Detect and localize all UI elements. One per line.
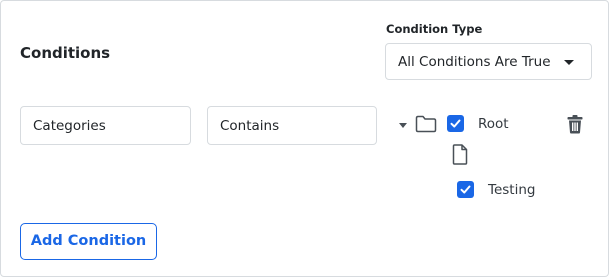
- checkmark-icon: [450, 119, 461, 128]
- condition-field-input[interactable]: Categories: [20, 106, 191, 145]
- file-icon: [452, 144, 468, 169]
- tree-node-root-label[interactable]: Root: [478, 116, 509, 132]
- conditions-panel: Conditions Condition Type All Conditions…: [0, 0, 609, 277]
- condition-operator-input[interactable]: Contains: [207, 106, 377, 145]
- conditions-heading: Conditions: [20, 44, 111, 62]
- add-condition-button[interactable]: Add Condition: [20, 223, 157, 260]
- condition-field-value: Categories: [33, 118, 106, 134]
- folder-icon: [415, 115, 437, 137]
- checkmark-icon: [460, 185, 471, 194]
- tree-node-testing-label[interactable]: Testing: [488, 182, 535, 198]
- condition-operator-value: Contains: [220, 118, 280, 134]
- chevron-down-icon: [564, 60, 574, 65]
- trash-icon[interactable]: [567, 115, 583, 138]
- add-condition-label: Add Condition: [30, 233, 147, 249]
- tree-expand-caret-icon[interactable]: [399, 123, 407, 128]
- root-checkbox[interactable]: [447, 115, 464, 132]
- condition-type-label: Condition Type: [386, 22, 483, 36]
- testing-checkbox[interactable]: [457, 181, 474, 198]
- condition-type-select[interactable]: All Conditions Are True: [385, 43, 592, 80]
- condition-type-value: All Conditions Are True: [398, 54, 551, 70]
